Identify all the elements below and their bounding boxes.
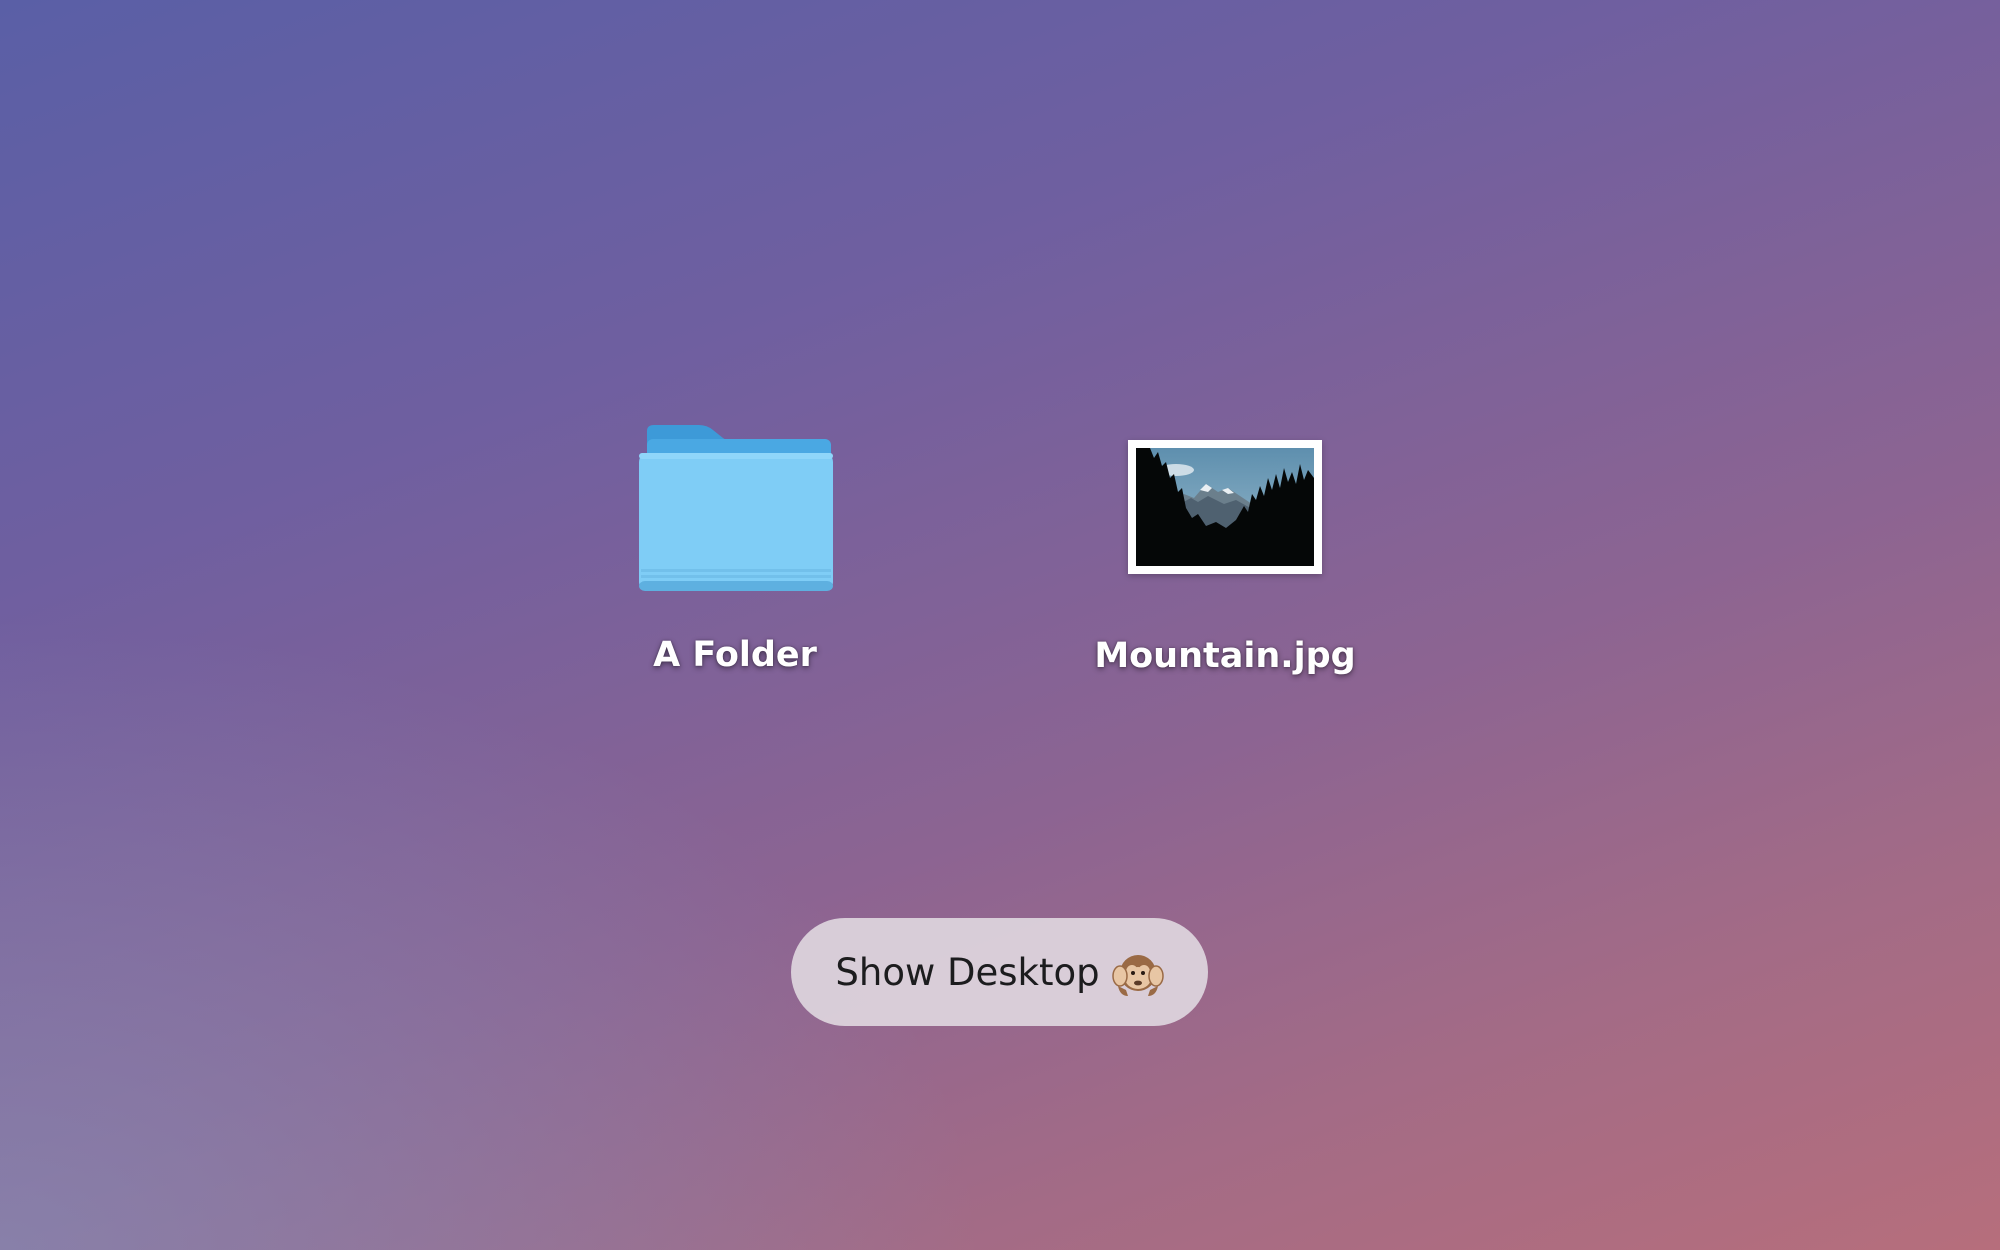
- desktop-item-folder[interactable]: A Folder: [630, 425, 840, 675]
- show-desktop-button[interactable]: Show Desktop: [791, 918, 1208, 1026]
- mountain-photo-thumbnail: [1128, 440, 1322, 574]
- desktop-item-image-file[interactable]: Mountain.jpg: [1085, 440, 1365, 676]
- folder-icon: [639, 425, 833, 591]
- folder-name-label: A Folder: [653, 635, 817, 675]
- hear-no-evil-monkey-icon: [1111, 946, 1164, 998]
- image-file-name-label: Mountain.jpg: [1094, 636, 1356, 676]
- desktop-background[interactable]: A Folder Mountain.jpg Show Desktop: [0, 0, 2000, 1250]
- show-desktop-label: Show Desktop: [835, 950, 1100, 994]
